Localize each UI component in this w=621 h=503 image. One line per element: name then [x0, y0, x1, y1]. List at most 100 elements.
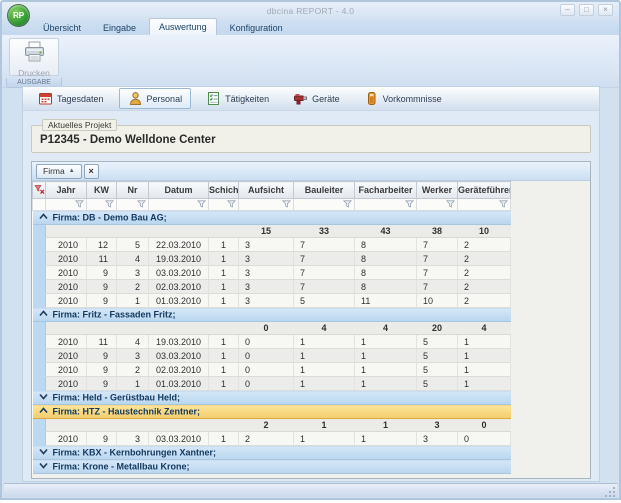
view-tab-geräte[interactable]: Geräte: [284, 88, 349, 109]
cell-kw[interactable]: 9: [87, 349, 117, 363]
cell-bauleiter[interactable]: 7: [294, 280, 355, 294]
cell-nr[interactable]: 1: [117, 294, 149, 308]
cell-facharbeiter[interactable]: 8: [355, 280, 417, 294]
cell-geräteführer[interactable]: 2: [458, 280, 511, 294]
data-row[interactable]: 20109101.03.2010101151: [33, 377, 511, 391]
cell-kw[interactable]: 9: [87, 280, 117, 294]
cell-werker[interactable]: 3: [417, 432, 458, 446]
data-row[interactable]: 201012522.03.2010137872: [33, 238, 511, 252]
column-header-bauleiter[interactable]: Bauleiter: [294, 182, 355, 199]
collapse-icon[interactable]: [39, 309, 48, 319]
group-by-panel[interactable]: Firma ▲ ×: [32, 162, 590, 181]
print-button[interactable]: Drucken: [9, 38, 59, 76]
cell-jahr[interactable]: 2010: [46, 432, 87, 446]
cell-aufsicht[interactable]: 3: [239, 238, 294, 252]
view-tab-vorkommnisse[interactable]: Vorkommnisse: [355, 88, 451, 109]
cell-geräteführer[interactable]: 0: [458, 432, 511, 446]
view-tab-personal[interactable]: Personal: [119, 88, 192, 109]
cell-nr[interactable]: 2: [117, 280, 149, 294]
cell-werker[interactable]: 7: [417, 280, 458, 294]
cell-schicht[interactable]: 1: [209, 266, 239, 280]
resize-grip[interactable]: [605, 485, 616, 496]
cell-kw[interactable]: 9: [87, 377, 117, 391]
cell-datum[interactable]: 22.03.2010: [149, 238, 209, 252]
cell-aufsicht[interactable]: 0: [239, 349, 294, 363]
group-row[interactable]: Firma: KBX - Kernbohrungen Xantner;: [33, 446, 511, 460]
app-menu-button[interactable]: RP: [7, 4, 30, 27]
column-header-aufsicht[interactable]: Aufsicht: [239, 182, 294, 199]
filter-icon[interactable]: [227, 200, 236, 210]
filter-cell-kw[interactable]: [87, 199, 117, 211]
cell-jahr[interactable]: 2010: [46, 377, 87, 391]
cell-jahr[interactable]: 2010: [46, 238, 87, 252]
cell-aufsicht[interactable]: 3: [239, 294, 294, 308]
cell-schicht[interactable]: 1: [209, 280, 239, 294]
cell-nr[interactable]: 3: [117, 432, 149, 446]
cell-aufsicht[interactable]: 0: [239, 363, 294, 377]
cell-nr[interactable]: 1: [117, 377, 149, 391]
filter-cell-jahr[interactable]: [46, 199, 87, 211]
cell-datum[interactable]: 01.03.2010: [149, 294, 209, 308]
cell-aufsicht[interactable]: 0: [239, 377, 294, 391]
collapse-icon[interactable]: [39, 212, 48, 222]
group-row-cell[interactable]: Firma: Fritz - Fassaden Fritz;: [33, 308, 511, 322]
column-header-schicht[interactable]: Schicht: [209, 182, 239, 199]
cell-bauleiter[interactable]: 1: [294, 432, 355, 446]
data-row[interactable]: 201011419.03.2010101151: [33, 335, 511, 349]
cell-bauleiter[interactable]: 1: [294, 377, 355, 391]
cell-kw[interactable]: 12: [87, 238, 117, 252]
cell-schicht[interactable]: 1: [209, 335, 239, 349]
cell-aufsicht[interactable]: 3: [239, 280, 294, 294]
group-row-cell[interactable]: Firma: Krone - Metallbau Krone;: [33, 460, 511, 474]
column-header-werker[interactable]: Werker: [417, 182, 458, 199]
maximize-button[interactable]: □: [579, 4, 594, 16]
cell-datum[interactable]: 03.03.2010: [149, 349, 209, 363]
cell-aufsicht[interactable]: 3: [239, 252, 294, 266]
cell-nr[interactable]: 4: [117, 252, 149, 266]
cell-bauleiter[interactable]: 7: [294, 266, 355, 280]
cell-geräteführer[interactable]: 1: [458, 363, 511, 377]
cell-schicht[interactable]: 1: [209, 432, 239, 446]
view-tab-tagesdaten[interactable]: Tagesdaten: [29, 88, 113, 109]
cell-datum[interactable]: 02.03.2010: [149, 363, 209, 377]
filter-icon[interactable]: [105, 200, 114, 210]
cell-bauleiter[interactable]: 1: [294, 335, 355, 349]
cell-datum[interactable]: 19.03.2010: [149, 335, 209, 349]
cell-datum[interactable]: 03.03.2010: [149, 266, 209, 280]
cell-geräteführer[interactable]: 1: [458, 349, 511, 363]
column-header-datum[interactable]: Datum: [149, 182, 209, 199]
cell-schicht[interactable]: 1: [209, 349, 239, 363]
cell-facharbeiter[interactable]: 1: [355, 335, 417, 349]
group-row-cell[interactable]: Firma: DB - Demo Bau AG;: [33, 211, 511, 225]
cell-bauleiter[interactable]: 1: [294, 363, 355, 377]
collapse-icon[interactable]: [39, 406, 48, 416]
group-row[interactable]: Firma: Krone - Metallbau Krone;: [33, 460, 511, 474]
cell-nr[interactable]: 2: [117, 363, 149, 377]
cell-werker[interactable]: 10: [417, 294, 458, 308]
title-bar[interactable]: RP dbcina REPORT - 4.0 – □ ×: [2, 2, 619, 20]
cell-werker[interactable]: 5: [417, 335, 458, 349]
filter-cell-nr[interactable]: [117, 199, 149, 211]
filter-cell-datum[interactable]: [149, 199, 209, 211]
cell-kw[interactable]: 11: [87, 335, 117, 349]
cell-facharbeiter[interactable]: 11: [355, 294, 417, 308]
cell-bauleiter[interactable]: 5: [294, 294, 355, 308]
group-row[interactable]: Firma: Held - Gerüstbau Held;: [33, 391, 511, 405]
filter-icon[interactable]: [499, 200, 508, 210]
cell-schicht[interactable]: 1: [209, 377, 239, 391]
cell-bauleiter[interactable]: 7: [294, 238, 355, 252]
cell-geräteführer[interactable]: 2: [458, 252, 511, 266]
filter-icon[interactable]: [137, 200, 146, 210]
cell-aufsicht[interactable]: 0: [239, 335, 294, 349]
cell-werker[interactable]: 7: [417, 238, 458, 252]
cell-aufsicht[interactable]: 3: [239, 266, 294, 280]
cell-nr[interactable]: 4: [117, 335, 149, 349]
cell-jahr[interactable]: 2010: [46, 294, 87, 308]
data-row[interactable]: 20109303.03.2010137872: [33, 266, 511, 280]
remove-grouping-button[interactable]: ×: [84, 164, 99, 179]
expand-icon[interactable]: [39, 447, 48, 457]
filter-cell-aufsicht[interactable]: [239, 199, 294, 211]
group-by-chip-firma[interactable]: Firma ▲: [36, 164, 82, 179]
column-header-nr[interactable]: Nr: [117, 182, 149, 199]
cell-jahr[interactable]: 2010: [46, 280, 87, 294]
